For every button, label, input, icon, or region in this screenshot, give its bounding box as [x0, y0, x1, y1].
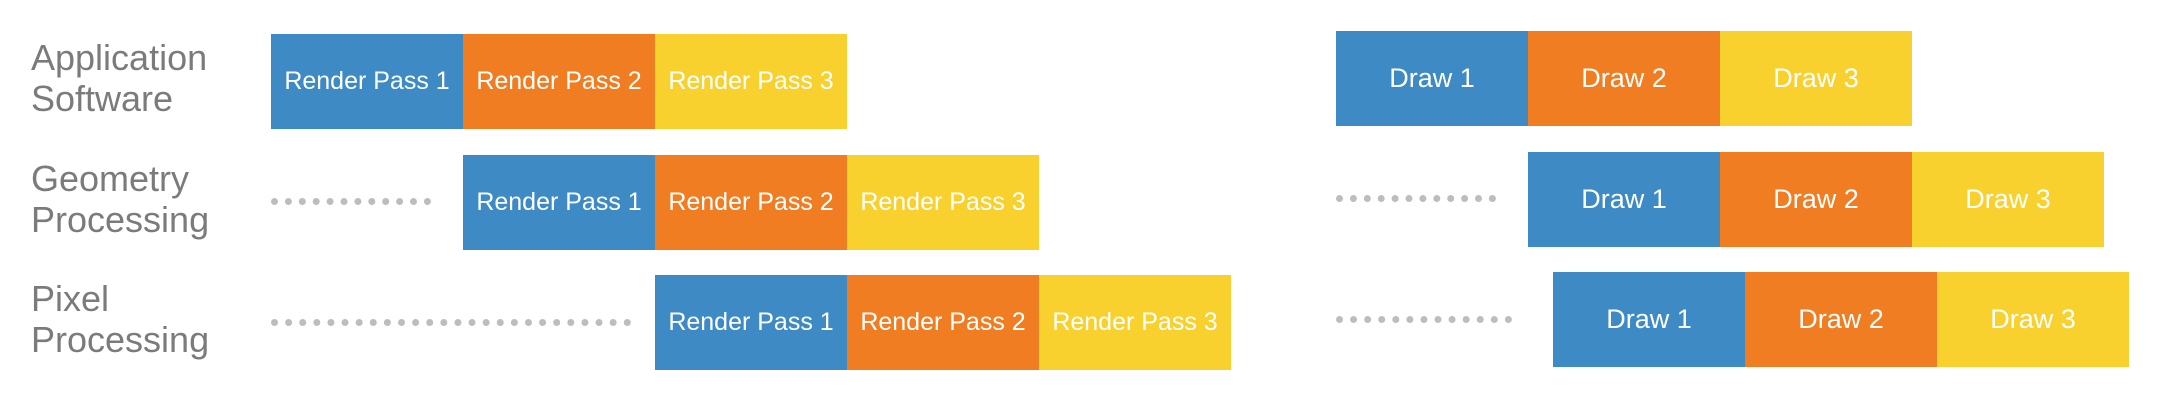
- idle-dotted-line: [1336, 316, 1512, 323]
- idle-dotted-line: [271, 198, 431, 205]
- idle-dotted-line: [1336, 195, 1496, 202]
- draw-3-block: Draw 3: [1937, 272, 2129, 367]
- render-pass-2-block: Render Pass 2: [655, 155, 847, 250]
- draw-2-block: Draw 2: [1745, 272, 1937, 367]
- draw-1-block: Draw 1: [1553, 272, 1745, 367]
- render-pass-1-block: Render Pass 1: [463, 155, 655, 250]
- draw-2-block: Draw 2: [1528, 31, 1720, 126]
- draw-3-block: Draw 3: [1912, 152, 2104, 247]
- draw-1-block: Draw 1: [1528, 152, 1720, 247]
- idle-dotted-line: [271, 319, 631, 326]
- render-pass-2-block: Render Pass 2: [463, 34, 655, 129]
- render-pass-3-block: Render Pass 3: [1039, 275, 1231, 370]
- row-label-application-software: Application Software: [31, 37, 208, 119]
- row-label-pixel-processing: Pixel Processing: [31, 278, 210, 360]
- draw-2-block: Draw 2: [1720, 152, 1912, 247]
- row-label-geometry-processing: Geometry Processing: [31, 158, 210, 240]
- render-pass-3-block: Render Pass 3: [847, 155, 1039, 250]
- render-pass-2-block: Render Pass 2: [847, 275, 1039, 370]
- render-pass-1-block: Render Pass 1: [271, 34, 463, 129]
- draw-1-block: Draw 1: [1336, 31, 1528, 126]
- draw-3-block: Draw 3: [1720, 31, 1912, 126]
- render-pass-3-block: Render Pass 3: [655, 34, 847, 129]
- render-pass-1-block: Render Pass 1: [655, 275, 847, 370]
